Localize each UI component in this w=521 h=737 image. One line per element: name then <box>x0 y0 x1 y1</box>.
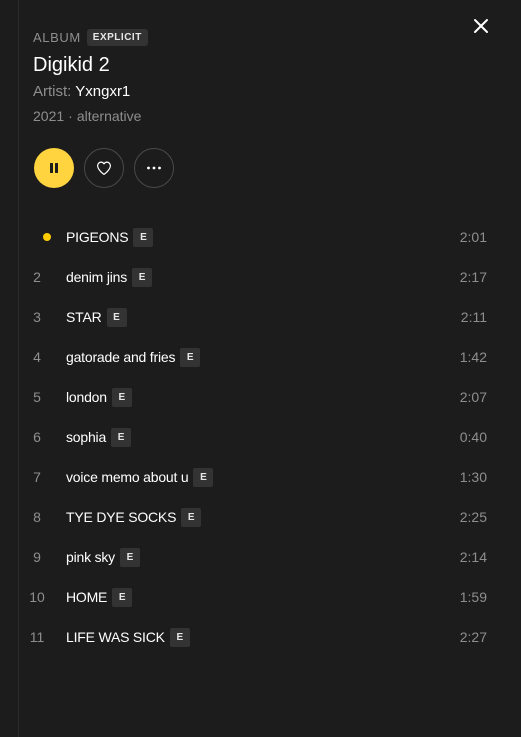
more-options-button[interactable] <box>134 148 174 188</box>
album-title: Digikid 2 <box>33 54 110 76</box>
track-title: gatorade and fries <box>66 349 176 365</box>
track-title: TYE DYE SOCKS <box>66 509 177 525</box>
track-number: 5 <box>33 389 41 405</box>
track-duration: 2:14 <box>459 549 487 565</box>
track-number: 6 <box>33 429 41 445</box>
track-row[interactable]: 5 london E 2:07 <box>19 377 509 417</box>
now-playing-indicator <box>43 233 51 241</box>
explicit-badge: E <box>169 627 190 647</box>
track-duration: 1:42 <box>459 349 487 365</box>
explicit-badge: E <box>180 347 201 367</box>
track-row[interactable]: 2 denim jins E 2:17 <box>19 257 509 297</box>
explicit-badge: EXPLICIT <box>86 28 148 46</box>
explicit-badge: E <box>181 507 202 527</box>
explicit-badge: E <box>111 427 132 447</box>
track-title-group: PIGEONS E <box>66 217 154 257</box>
explicit-badge: E <box>193 467 214 487</box>
artist-label: Artist: <box>33 83 72 100</box>
like-button[interactable] <box>84 148 124 188</box>
track-row[interactable]: 10 HOME E 1:59 <box>19 577 509 617</box>
track-duration: 1:30 <box>459 469 487 485</box>
explicit-badge: E <box>133 227 154 247</box>
explicit-badge: E <box>111 387 132 407</box>
album-panel: ALBUM EXPLICIT Digikid 2 Artist: Yxngxr1… <box>0 0 521 737</box>
track-title-group: pink sky E <box>66 537 140 577</box>
track-title: HOME <box>66 589 108 605</box>
track-number: 8 <box>33 509 41 525</box>
pause-icon <box>50 163 58 173</box>
track-title: pink sky <box>66 549 115 565</box>
track-title-group: TYE DYE SOCKS E <box>66 497 202 537</box>
track-duration: 0:40 <box>459 429 487 445</box>
track-title: PIGEONS <box>66 229 129 245</box>
track-title: STAR <box>66 309 102 325</box>
track-title-group: sophia E <box>66 417 132 457</box>
track-row[interactable]: 8 TYE DYE SOCKS E 2:25 <box>19 497 509 537</box>
track-number: 10 <box>29 589 45 605</box>
album-controls <box>34 148 174 188</box>
track-duration: 2:27 <box>459 629 487 645</box>
explicit-badge: E <box>132 267 153 287</box>
track-duration: 2:07 <box>459 389 487 405</box>
track-number: 2 <box>33 269 41 285</box>
track-title: sophia <box>66 429 107 445</box>
track-number: 3 <box>33 309 41 325</box>
explicit-badge: E <box>106 307 127 327</box>
track-row[interactable]: 6 sophia E 0:40 <box>19 417 509 457</box>
track-row[interactable]: 4 gatorade and fries E 1:42 <box>19 337 509 377</box>
explicit-badge: E <box>119 547 140 567</box>
track-list: PIGEONS E 2:01 2 denim jins E 2:17 3 STAR E 2:11 4 g… <box>19 217 509 657</box>
track-number: 7 <box>33 469 41 485</box>
track-title-group: gatorade and fries E <box>66 337 201 377</box>
track-title: denim jins <box>66 269 128 285</box>
track-number: 4 <box>33 349 41 365</box>
heart-icon <box>97 161 111 175</box>
track-title: london <box>66 389 107 405</box>
track-duration: 2:01 <box>459 229 487 245</box>
track-row[interactable]: 3 STAR E 2:11 <box>19 297 509 337</box>
track-duration: 2:17 <box>459 269 487 285</box>
track-title-group: voice memo about uE <box>66 457 214 497</box>
album-meta: 2021 · alternative <box>33 106 481 126</box>
track-number: 11 <box>29 629 45 645</box>
track-row[interactable]: 11 LIFE WAS SICK E 2:27 <box>19 617 509 657</box>
track-number: 9 <box>33 549 41 565</box>
track-row[interactable]: 9 pink sky E 2:14 <box>19 537 509 577</box>
album-genre[interactable]: alternative <box>77 108 142 124</box>
track-row[interactable]: PIGEONS E 2:01 <box>19 217 509 257</box>
track-duration: 2:11 <box>460 309 487 325</box>
album-year: 2021 <box>33 108 65 124</box>
explicit-badge: E <box>112 587 133 607</box>
track-duration: 1:59 <box>459 589 487 605</box>
artist-link[interactable]: Yxngxr1 <box>75 83 130 100</box>
track-title: voice memo about u <box>66 469 189 485</box>
track-duration: 2:25 <box>459 509 487 525</box>
artist-row: Artist: Yxngxr1 <box>33 81 481 103</box>
track-title-group: STAR E <box>66 297 127 337</box>
track-row[interactable]: 7 voice memo about u E 1:30 <box>19 457 509 497</box>
album-header: ALBUM EXPLICIT Digikid 2 Artist: Yxngxr1… <box>33 27 481 126</box>
track-title-group: denim jins E <box>66 257 153 297</box>
track-title: LIFE WAS SICK <box>66 629 165 645</box>
pause-button[interactable] <box>34 148 74 188</box>
track-title-group: HOME E <box>66 577 133 617</box>
track-title-group: london E <box>66 377 132 417</box>
album-type-row: ALBUM EXPLICIT <box>33 27 481 47</box>
meta-separator: · <box>68 108 73 124</box>
more-horizontal-icon <box>147 166 161 170</box>
track-title-group: LIFE WAS SICK E <box>66 617 190 657</box>
album-type-label: ALBUM <box>33 29 81 45</box>
